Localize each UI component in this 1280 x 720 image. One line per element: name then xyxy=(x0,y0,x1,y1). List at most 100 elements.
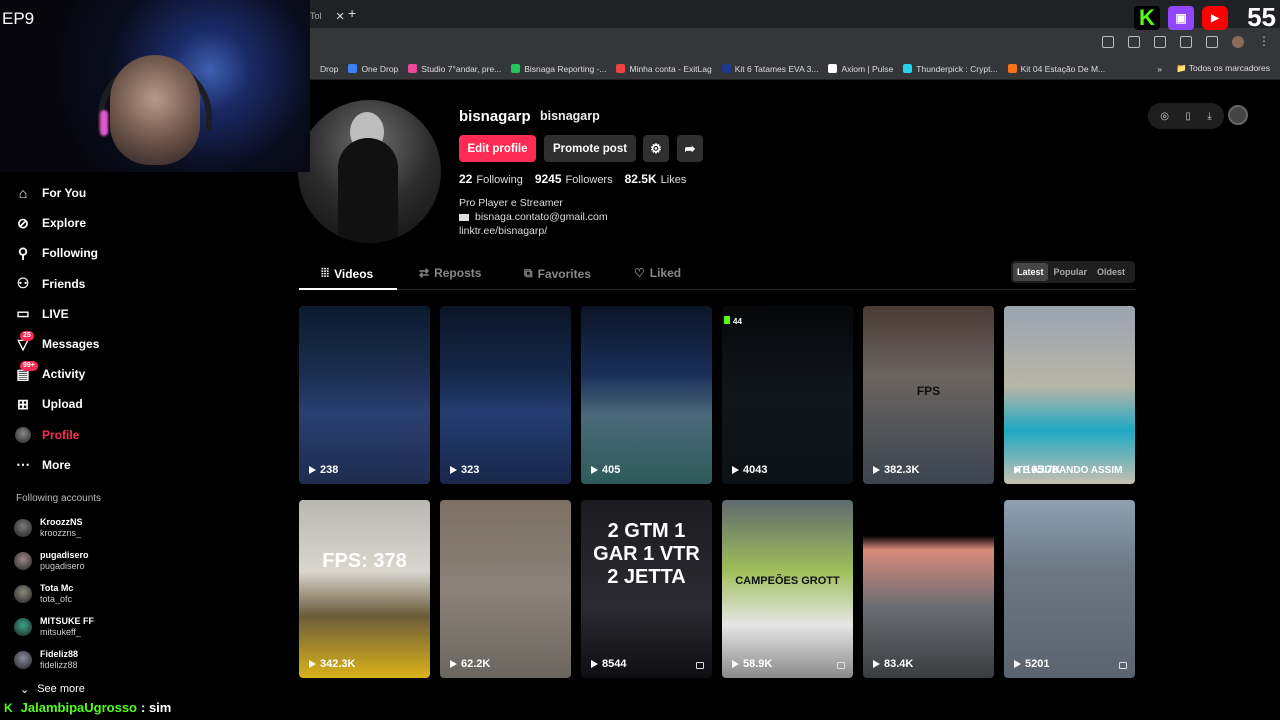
bookmark-label: Drop xyxy=(320,63,339,74)
pin-icon xyxy=(724,316,730,324)
bookmark-item[interactable]: One Drop xyxy=(348,64,398,74)
view-count-value: 62.2K xyxy=(461,658,491,670)
new-tab-icon[interactable]: + xyxy=(348,5,356,21)
episode-label: EP9 xyxy=(2,9,35,28)
following-account[interactable]: KroozzNS kroozzns_ xyxy=(14,512,154,545)
video-card[interactable]: 62.2K xyxy=(440,500,571,678)
star-icon[interactable] xyxy=(1154,36,1166,48)
following-account[interactable]: Tota Mc tota_ofc xyxy=(14,578,154,611)
tab-title: Tol xyxy=(310,11,322,21)
bookmark-item[interactable]: Kit 04 Estação De M... xyxy=(1007,64,1105,74)
tab-reposts[interactable]: ⇄ Reposts xyxy=(419,266,481,280)
following-account[interactable]: pugadisero pugadisero xyxy=(14,545,154,578)
sort-toggle: Latest Popular Oldest xyxy=(1011,261,1135,283)
menu-icon[interactable]: ⋮ xyxy=(1258,35,1270,48)
sidebar-item-messages[interactable]: ▽ 25 Messages xyxy=(14,329,154,359)
edit-profile-button[interactable]: Edit profile xyxy=(459,135,536,162)
following-account[interactable]: MITSUKE FF mitsukeff_ xyxy=(14,610,154,643)
chevron-icon[interactable]: » xyxy=(1157,64,1162,74)
video-card[interactable]: 405 xyxy=(581,306,712,484)
sort-oldest[interactable]: Oldest xyxy=(1093,263,1129,281)
chevron-down-icon: ⌄ xyxy=(20,684,30,696)
device-icon[interactable]: ▯ xyxy=(1185,111,1191,122)
translate-icon[interactable] xyxy=(1128,36,1140,48)
sidebar-item-label: Messages xyxy=(42,337,100,352)
compass-icon: ⊘ xyxy=(17,214,29,231)
tab-favorites[interactable]: ⧉ Favorites xyxy=(524,266,591,281)
followers-stat[interactable]: 9245 Followers xyxy=(535,172,613,186)
bookmark-item[interactable]: Axiom | Pulse xyxy=(828,64,893,74)
video-card[interactable]: 5201 xyxy=(1004,500,1135,678)
sort-popular[interactable]: Popular xyxy=(1050,263,1092,281)
mail-icon xyxy=(459,213,469,221)
bio-link[interactable]: linktr.ee/bisnagarp/ xyxy=(459,224,608,238)
view-count: 5201 xyxy=(1014,658,1049,670)
tab-liked[interactable]: ♡ Liked xyxy=(634,266,681,280)
bookmark-item[interactable]: Minha conta - ExitLag xyxy=(616,64,712,74)
account-handle: pugadisero xyxy=(40,561,85,572)
close-icon[interactable]: ✕ xyxy=(336,10,345,23)
following-account[interactable]: Fideliz88 fidelizz88 xyxy=(14,643,154,676)
play-icon xyxy=(732,466,739,474)
video-card[interactable]: 44 4043 xyxy=(722,306,853,484)
avatar[interactable] xyxy=(1232,36,1244,48)
see-more-button[interactable]: ⌄ See more xyxy=(20,683,85,696)
video-card[interactable]: 83.4K xyxy=(863,500,994,678)
chat-user: JalambipaUgrosso xyxy=(20,700,137,715)
profile-avatar[interactable] xyxy=(298,100,441,243)
bookmark-item[interactable]: Studio 7°andar, pre... xyxy=(408,64,501,74)
bookmark-item[interactable]: Bisnaga Reporting -... xyxy=(511,64,606,74)
folder-label: Todos os marcadores xyxy=(1188,63,1270,73)
bookmark-icon[interactable] xyxy=(1206,36,1218,48)
tab-videos[interactable]: ⦙⦙⦙ Videos xyxy=(321,266,373,281)
settings-icon[interactable]: ⚙ xyxy=(643,135,669,162)
video-card[interactable]: FPS 382.3K xyxy=(863,306,994,484)
favicon-icon xyxy=(721,64,731,73)
sidebar-item-upload[interactable]: ⊞ Upload xyxy=(14,389,154,419)
sidebar-item-live[interactable]: ▭ LIVE xyxy=(14,299,154,329)
sidebar-item-label: Upload xyxy=(42,397,83,412)
sidebar-item-more[interactable]: ⋯ More xyxy=(14,450,154,480)
bookmarks-bar: Drop One Drop Studio 7°andar, pre... Bisnag… xyxy=(310,58,1280,80)
video-card[interactable]: 323 xyxy=(440,306,571,484)
video-card[interactable]: CAMPEÕES GROTT 58.9K xyxy=(722,500,853,678)
coin-icon[interactable]: ◎ xyxy=(1160,111,1169,122)
sidebar-item-activity[interactable]: ▤ 99+ Activity xyxy=(14,359,154,389)
following-stat[interactable]: 22 Following xyxy=(459,172,523,186)
sidebar-item-explore[interactable]: ⊘ Explore xyxy=(14,208,154,238)
sidebar-item-for-you[interactable]: ⌂ For You xyxy=(14,178,154,208)
sidebar-item-label: Activity xyxy=(42,367,86,382)
likes-count: 82.5K xyxy=(624,172,657,186)
view-count: 323 xyxy=(450,464,479,476)
play-icon xyxy=(873,466,880,474)
play-icon xyxy=(591,466,598,474)
video-card[interactable]: FPS: 378 342.3K xyxy=(299,500,430,678)
bookmark-item[interactable]: Kit 6 Tatames EVA 3... xyxy=(721,64,818,74)
sidebar-item-following[interactable]: ⚲ Following xyxy=(14,238,154,268)
sidebar-item-friends[interactable]: ⚇ Friends xyxy=(14,269,154,299)
play-icon xyxy=(1014,660,1021,668)
video-card[interactable]: 2 GTM 1 GAR 1 VTR 2 JETTA 8544 xyxy=(581,500,712,678)
address-bar[interactable]: ⋮ xyxy=(310,28,1280,58)
pin-value: 44 xyxy=(733,317,742,326)
sidebar-item-profile[interactable]: Profile xyxy=(14,420,154,450)
video-card[interactable]: 238 xyxy=(299,306,430,484)
pin-count: 44 xyxy=(724,316,742,326)
video-card[interactable]: TE AJUDANDO ASSIM 165.7K xyxy=(1004,306,1135,484)
share-icon[interactable]: ➦ xyxy=(677,135,703,162)
extensions-icon[interactable] xyxy=(1180,36,1192,48)
sort-latest[interactable]: Latest xyxy=(1013,263,1048,281)
top-tools: ◎ ▯ ⤓ xyxy=(1148,103,1224,129)
chat-line: K JalambipaUgrosso : sim xyxy=(0,700,171,715)
sidebar-item-label: More xyxy=(42,457,71,472)
bookmarks-folder[interactable]: 📁 Todos os marcadores xyxy=(1176,63,1270,74)
promote-post-button[interactable]: Promote post xyxy=(544,135,636,162)
bookmark-item[interactable]: Drop xyxy=(320,64,338,74)
cast-icon[interactable] xyxy=(1102,36,1114,48)
download-icon[interactable]: ⤓ xyxy=(1207,111,1211,122)
browser-tab[interactable]: Tol ✕ xyxy=(310,4,346,28)
avatar[interactable] xyxy=(1228,105,1248,125)
play-icon xyxy=(450,466,457,474)
bookmark-item[interactable]: Thunderpick : Crypt... xyxy=(903,64,998,74)
kick-icon: K xyxy=(1134,5,1160,30)
